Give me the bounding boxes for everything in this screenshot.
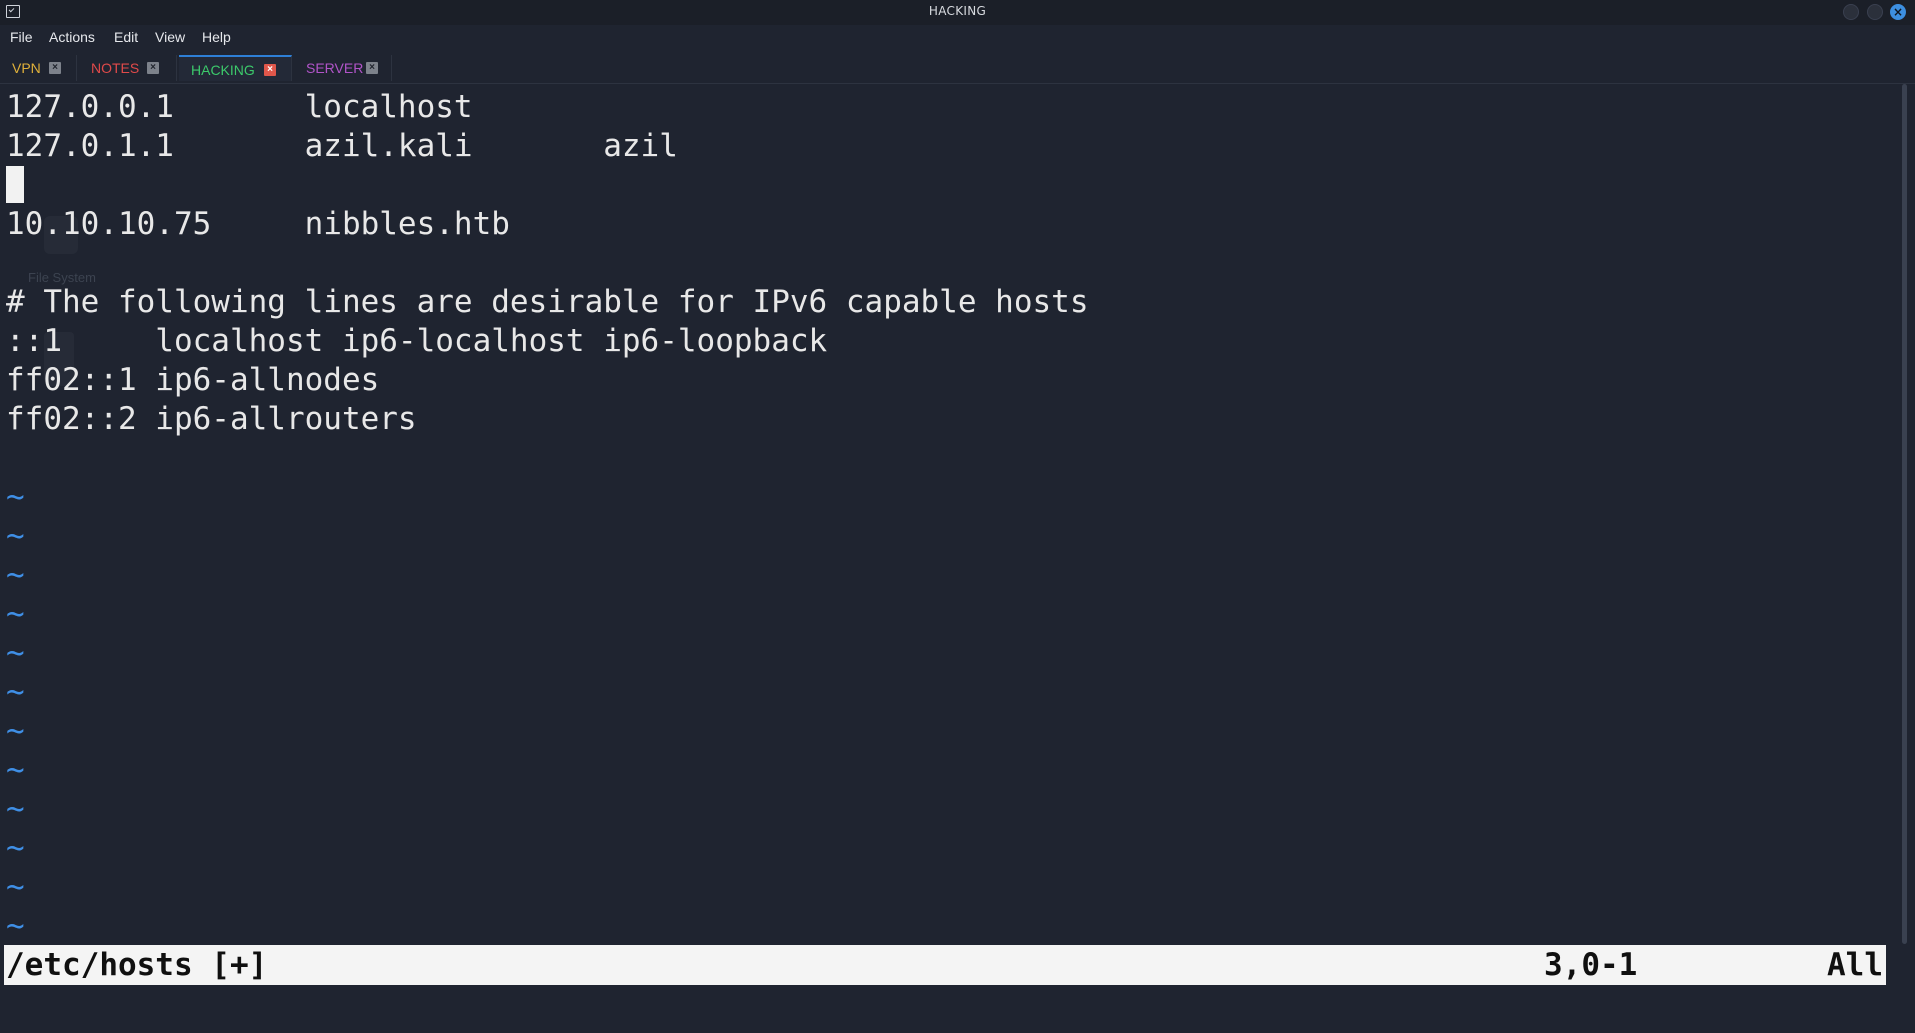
close-icon[interactable]: × [264, 64, 276, 76]
tab-label: HACKING [191, 62, 255, 78]
empty-line-tilde: ~ [6, 557, 25, 593]
tab-vpn[interactable]: VPN × [0, 55, 77, 81]
tab-notes[interactable]: NOTES × [79, 55, 177, 81]
editor-line: ::1 localhost ip6-localhost ip6-loopback [6, 323, 828, 359]
empty-line-tilde: ~ [6, 752, 25, 788]
editor-line: 127.0.1.1 azil.kali azil [6, 128, 678, 164]
tab-server[interactable]: SERVER × [294, 55, 392, 81]
menu-file[interactable]: File [10, 29, 33, 45]
text-cursor [6, 166, 24, 203]
menu-view[interactable]: View [155, 29, 185, 45]
tab-label: NOTES [91, 60, 140, 76]
status-scroll: All [1827, 947, 1883, 983]
maximize-button[interactable] [1867, 4, 1883, 20]
status-cursor-position: 3,0-1 [1544, 947, 1638, 983]
close-icon[interactable]: × [147, 62, 159, 74]
empty-line-tilde: ~ [6, 674, 25, 710]
vim-status-line: /etc/hosts [+] 3,0-1 All [4, 945, 1886, 985]
title-bar: HACKING × [0, 0, 1915, 25]
menu-edit[interactable]: Edit [114, 29, 138, 45]
tab-bar: VPN × NOTES × HACKING × SERVER × [0, 55, 1915, 84]
editor-line: ff02::2 ip6-allrouters [6, 401, 417, 437]
empty-line-tilde: ~ [6, 908, 25, 944]
editor-line: # The following lines are desirable for … [6, 284, 1089, 320]
minimize-button[interactable] [1843, 4, 1859, 20]
tab-label: VPN [12, 60, 41, 76]
menu-actions[interactable]: Actions [49, 29, 95, 45]
empty-line-tilde: ~ [6, 869, 25, 905]
empty-line-tilde: ~ [6, 830, 25, 866]
scrollbar[interactable] [1902, 84, 1907, 944]
menu-help[interactable]: Help [202, 29, 231, 45]
window-title: HACKING [928, 4, 987, 18]
tab-hacking[interactable]: HACKING × [179, 55, 292, 81]
editor-line: 127.0.0.1 localhost [6, 89, 473, 125]
close-icon[interactable]: × [366, 62, 378, 74]
empty-line-tilde: ~ [6, 791, 25, 827]
editor-line: 10.10.10.75 nibbles.htb [6, 206, 510, 242]
empty-line-tilde: ~ [6, 596, 25, 632]
tab-label: SERVER [306, 60, 364, 76]
menu-bar: File Actions Edit View Help [0, 27, 1915, 49]
empty-line-tilde: ~ [6, 635, 25, 671]
empty-line-tilde: ~ [6, 518, 25, 554]
empty-line-tilde: ~ [6, 479, 25, 515]
empty-line-tilde: ~ [6, 713, 25, 749]
status-filename: /etc/hosts [+] [6, 947, 268, 983]
close-icon[interactable]: × [49, 62, 61, 74]
close-button[interactable]: × [1890, 4, 1906, 20]
editor-line: ff02::1 ip6-allnodes [6, 362, 380, 398]
